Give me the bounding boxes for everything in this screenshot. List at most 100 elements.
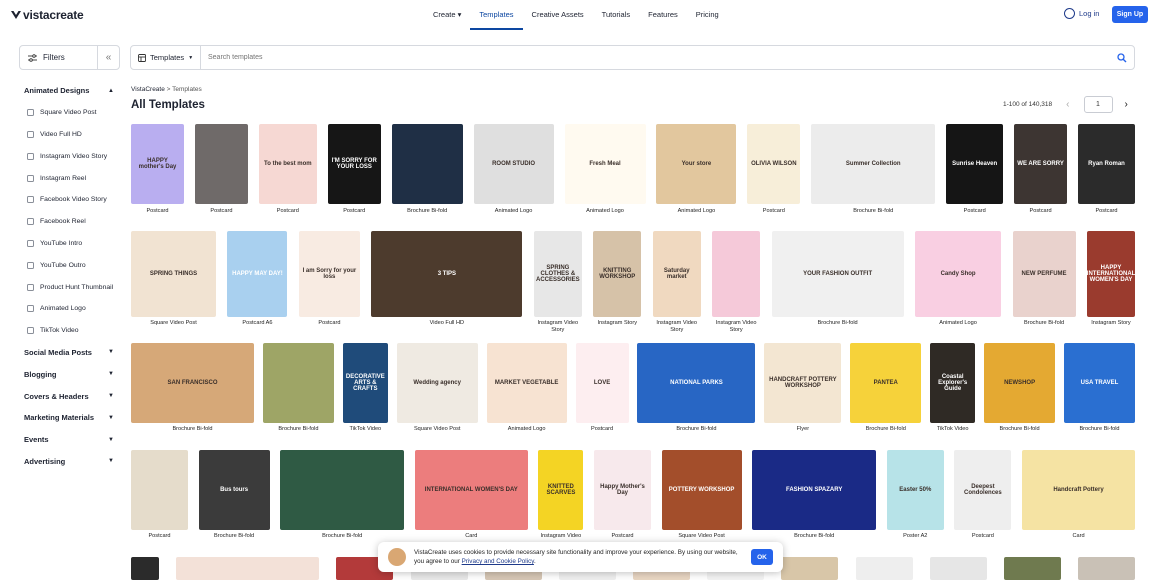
- template-thumbnail[interactable]: ROOM STUDIO: [473, 124, 554, 204]
- template-thumbnail[interactable]: HAPPY mother's Day: [131, 124, 184, 204]
- sign-up-button[interactable]: Sign Up: [1112, 6, 1148, 23]
- template-thumbnail[interactable]: KNITTED SCARVES: [538, 450, 584, 530]
- template-thumbnail[interactable]: [781, 557, 839, 580]
- search-input[interactable]: [201, 54, 1110, 61]
- sidebar-category[interactable]: Animated Designs ▲: [24, 80, 116, 102]
- template-thumbnail[interactable]: KNITTING WORKSHOP: [593, 231, 642, 317]
- template-thumbnail[interactable]: [1003, 557, 1061, 580]
- template-thumbnail[interactable]: YOUR FASHION OUTFIT: [771, 231, 904, 317]
- sidebar-category[interactable]: Covers & Headers ▼: [24, 385, 116, 407]
- template-thumbnail[interactable]: SPRING THINGS: [131, 231, 216, 317]
- template-thumbnail[interactable]: [194, 124, 248, 204]
- sidebar-subitem[interactable]: Instagram Reel: [24, 167, 116, 189]
- template-thumbnail[interactable]: [131, 557, 159, 580]
- template-thumbnail[interactable]: [131, 450, 188, 530]
- template-thumbnail[interactable]: HANDCRAFT POTTERY WORKSHOP: [764, 343, 842, 423]
- template-format-label: Postcard: [963, 208, 986, 214]
- template-thumbnail[interactable]: SPRING CLOTHES & ACCESSORIES: [533, 231, 582, 317]
- sidebar-category[interactable]: Marketing Materials ▼: [24, 407, 116, 429]
- search-button[interactable]: [1110, 52, 1134, 63]
- template-thumbnail[interactable]: [1078, 557, 1135, 580]
- template-thumbnail[interactable]: I am Sorry for your loss: [298, 231, 360, 317]
- next-page-icon[interactable]: ›: [1125, 99, 1128, 110]
- template-thumbnail[interactable]: MARKET VEGETABLE: [486, 343, 567, 423]
- filters-button[interactable]: Filters: [19, 45, 98, 70]
- template-thumbnail[interactable]: INTERNATIONAL WOMEN'S DAY: [414, 450, 528, 530]
- template-thumbnail[interactable]: Happy Mother's Day: [594, 450, 651, 530]
- template-thumbnail[interactable]: Deepest Condolences: [954, 450, 1012, 530]
- sidebar-category[interactable]: Advertising ▼: [24, 451, 116, 473]
- template-thumbnail[interactable]: NEW PERFUME: [1012, 231, 1076, 317]
- template-thumbnail[interactable]: Easter 50%: [886, 450, 944, 530]
- template-thumbnail[interactable]: [855, 557, 913, 580]
- template-thumbnail[interactable]: Summer Collection: [811, 124, 936, 204]
- sidebar-subitem[interactable]: Facebook Video Story: [24, 189, 116, 211]
- template-thumbnail[interactable]: FASHION SPAZARY: [752, 450, 877, 530]
- template-thumbnail[interactable]: HAPPY INTERNATIONAL WOMEN'S DAY: [1087, 231, 1135, 317]
- template-thumbnail[interactable]: [712, 231, 761, 317]
- template-thumbnail[interactable]: Coastal Explorer's Guide: [930, 343, 976, 423]
- search-type-select[interactable]: Templates ▼: [131, 46, 201, 69]
- template-thumbnail[interactable]: Handcraft Pottery: [1022, 450, 1135, 530]
- cookie-ok-button[interactable]: OK: [751, 549, 773, 565]
- breadcrumb-vistacreate[interactable]: VistaCreate: [131, 86, 165, 93]
- template-thumbnail[interactable]: Bus tours: [198, 450, 270, 530]
- sidebar-category[interactable]: Events ▼: [24, 429, 116, 451]
- template-thumbnail[interactable]: [262, 343, 334, 423]
- sidebar-subitem[interactable]: Facebook Reel: [24, 211, 116, 233]
- sidebar-subitem[interactable]: Square Video Post: [24, 102, 116, 124]
- template-thumbnail[interactable]: Ryan Roman: [1078, 124, 1135, 204]
- template-thumbnail[interactable]: USA TRAVEL: [1064, 343, 1135, 423]
- template-thumbnail[interactable]: OLIVIA WILSON: [747, 124, 801, 204]
- thumbnail-text: PANTEA: [873, 380, 898, 386]
- template-format-label: Postcard: [762, 208, 785, 214]
- template-thumbnail[interactable]: Sunrise Heaven: [946, 124, 1004, 204]
- nav-item-4[interactable]: Tutorials: [593, 0, 639, 30]
- template-thumbnail[interactable]: LOVE: [575, 343, 629, 423]
- template-thumbnail[interactable]: Fresh Meal: [564, 124, 646, 204]
- sidebar-subitem[interactable]: Video Full HD: [24, 124, 116, 146]
- nav-item-2[interactable]: Templates: [470, 0, 523, 30]
- template-thumbnail[interactable]: DECORATIVE ARTS & CRAFTS: [342, 343, 388, 423]
- template-thumbnail[interactable]: [176, 557, 320, 580]
- vistacreate-logo[interactable]: vistacreate: [11, 8, 84, 22]
- sidebar-category[interactable]: Blogging ▼: [24, 363, 116, 385]
- template-thumbnail[interactable]: To the best mom: [258, 124, 317, 204]
- template-thumbnail[interactable]: NEWSHOP: [984, 343, 1056, 423]
- template-thumbnail[interactable]: HAPPY MAY DAY!: [227, 231, 288, 317]
- template-thumbnail[interactable]: 3 TIPS: [371, 231, 523, 317]
- nav-item-5[interactable]: Features: [639, 0, 687, 30]
- template-thumbnail[interactable]: Saturday market: [652, 231, 701, 317]
- user-icon: [1064, 8, 1075, 19]
- template-thumbnail[interactable]: PANTEA: [850, 343, 922, 423]
- template-thumbnail[interactable]: WE ARE SORRY: [1014, 124, 1068, 204]
- template-thumbnail[interactable]: SAN FRANCISCO: [131, 343, 254, 423]
- sidebar-subitem[interactable]: Animated Logo: [24, 298, 116, 320]
- log-in-link[interactable]: Log in: [1064, 8, 1099, 19]
- template-thumbnail[interactable]: I'M SORRY FOR YOUR LOSS: [327, 124, 381, 204]
- template-format-label: Postcard: [276, 208, 299, 214]
- template-thumbnail[interactable]: Your store: [656, 124, 737, 204]
- nav-item-1[interactable]: Create ▾: [424, 0, 470, 30]
- privacy-policy-link[interactable]: Privacy and Cookie Policy: [462, 558, 534, 565]
- page-number-input[interactable]: 1: [1083, 96, 1113, 113]
- sidebar-subitem[interactable]: TikTok Video: [24, 320, 116, 342]
- sidebar-subitem[interactable]: Instagram Video Story: [24, 145, 116, 167]
- template-format-label: Instagram Story: [597, 320, 637, 326]
- template-thumbnail[interactable]: Wedding agency: [396, 343, 478, 423]
- sidebar-subitem[interactable]: YouTube Intro: [24, 233, 116, 255]
- sidebar-subitem[interactable]: Product Hunt Thumbnail: [24, 276, 116, 298]
- template-thumbnail[interactable]: [280, 450, 405, 530]
- previous-page-icon[interactable]: ‹: [1066, 99, 1069, 110]
- template-thumbnail[interactable]: [929, 557, 987, 580]
- nav-item-3[interactable]: Creative Assets: [523, 0, 593, 30]
- template-thumbnail[interactable]: NATIONAL PARKS: [637, 343, 756, 423]
- collapse-sidebar-button[interactable]: «: [97, 45, 120, 70]
- nav-item-6[interactable]: Pricing: [687, 0, 728, 30]
- template-thumbnail[interactable]: POTTERY WORKSHOP: [661, 450, 742, 530]
- template-thumbnail[interactable]: Candy Shop: [915, 231, 1002, 317]
- thumbnail-text: SAN FRANCISCO: [167, 380, 218, 386]
- template-thumbnail[interactable]: [391, 124, 463, 204]
- sidebar-category[interactable]: Social Media Posts ▼: [24, 342, 116, 364]
- sidebar-subitem[interactable]: YouTube Outro: [24, 254, 116, 276]
